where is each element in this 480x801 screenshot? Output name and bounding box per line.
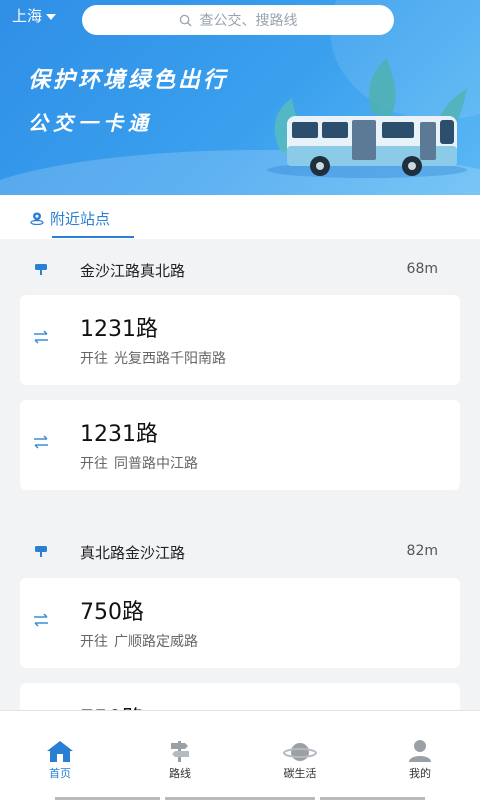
destination-text: 广顺路定威路: [114, 634, 198, 650]
home-icon: [47, 741, 73, 762]
destination-prefix: 开往: [80, 456, 108, 472]
bus-illustration: [267, 58, 467, 178]
destination-text: 光复西路千阳南路: [114, 351, 226, 367]
station-name: 金沙江路真北路: [80, 262, 186, 280]
active-tab-indicator: [52, 236, 134, 238]
route-destination: 开往 广顺路定威路: [80, 631, 198, 651]
swap-direction-icon: [34, 330, 48, 344]
nav-carbon-life[interactable]: 碳生活: [250, 737, 350, 781]
planet-icon: [283, 743, 317, 761]
tab-bar: 附近站点: [0, 195, 480, 239]
swap-direction-icon: [34, 435, 48, 449]
station-distance: 82m: [406, 543, 438, 559]
station-header[interactable]: 金沙江路真北路 68m: [0, 248, 480, 292]
search-placeholder: 查公交、搜路线: [199, 13, 298, 29]
route-card[interactable]: 1231路 开往 光复西路千阳南路: [20, 295, 460, 385]
bus-stop-icon: [35, 264, 47, 275]
route-name: 750路: [80, 600, 144, 625]
station-header[interactable]: 真北路金沙江路 82m: [0, 530, 480, 574]
route-name: 1231路: [80, 317, 158, 342]
nav-routes-label: 路线: [169, 767, 191, 780]
nav-carbon-life-label: 碳生活: [283, 767, 317, 780]
nav-home[interactable]: 首页: [10, 737, 110, 781]
destination-text: 同普路中江路: [114, 456, 198, 472]
route-destination: 开往 同普路中江路: [80, 453, 198, 473]
route-card[interactable]: 1231路 开往 同普路中江路: [20, 400, 460, 490]
bus-stop-icon: [35, 546, 47, 557]
header-banner: 上海 查公交、搜路线 保护环境绿色出行 公交一卡通: [0, 0, 480, 195]
nav-profile-label: 我的: [409, 767, 431, 780]
destination-prefix: 开往: [80, 351, 108, 367]
user-icon: [409, 740, 431, 762]
station-distance: 68m: [406, 261, 438, 277]
search-input[interactable]: 查公交、搜路线: [82, 5, 394, 35]
swap-direction-icon: [34, 613, 48, 627]
route-name: 1231路: [80, 422, 158, 447]
chevron-down-icon: [46, 13, 57, 20]
signpost-icon: [171, 741, 189, 762]
nav-home-label: 首页: [49, 767, 71, 780]
route-destination: 开往 光复西路千阳南路: [80, 348, 226, 368]
nav-routes[interactable]: 路线: [130, 737, 230, 781]
banner-slogan: 保护环境绿色出行: [28, 68, 229, 93]
destination-prefix: 开往: [80, 634, 108, 650]
city-selector[interactable]: 上海: [0, 0, 57, 32]
route-card[interactable]: 750路 开往 广顺路定威路: [20, 578, 460, 668]
station-name: 真北路金沙江路: [80, 544, 186, 562]
bottom-navigation: 首页 路线 碳生活 我的: [0, 710, 480, 801]
location-pin-icon: [30, 212, 44, 225]
tab-nearby-stations[interactable]: 附近站点: [30, 203, 110, 233]
tab-nearby-label: 附近站点: [50, 209, 111, 228]
search-icon: [179, 14, 192, 27]
nav-profile[interactable]: 我的: [370, 737, 470, 781]
banner-subtitle: 公交一卡通: [28, 111, 153, 135]
city-name: 上海: [12, 7, 43, 25]
